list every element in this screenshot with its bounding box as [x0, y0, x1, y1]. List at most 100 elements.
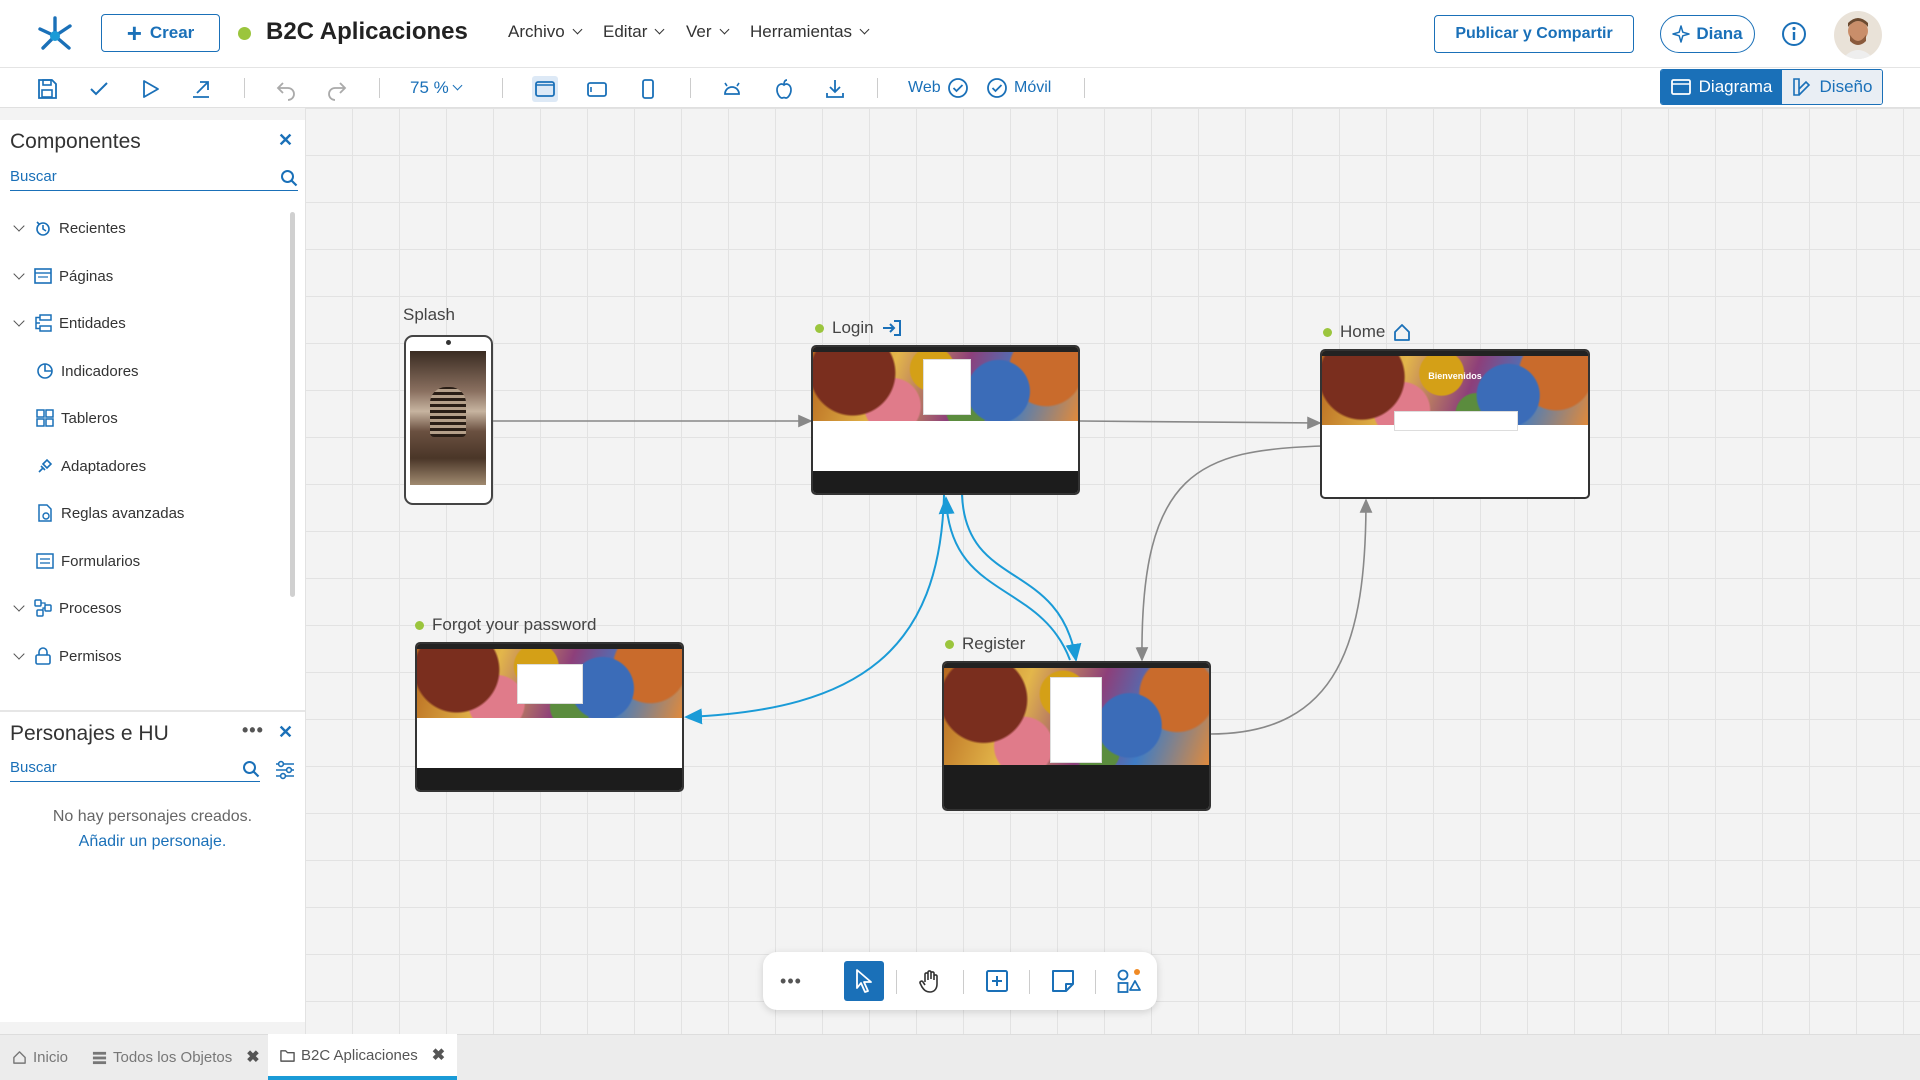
screen-node-forgot-password[interactable] [415, 642, 684, 792]
tab-label: Todos los Objetos [113, 1048, 233, 1066]
connector-login-forgot[interactable] [684, 494, 945, 725]
tree-item-label: Formularios [61, 552, 141, 570]
tool-divider [963, 970, 964, 994]
node-label-forgot-password[interactable]: Forgot your password [415, 615, 596, 635]
tab-label: B2C Aplicaciones [301, 1046, 418, 1064]
personas-panel: Personajes e HU ••• ✕ Buscar [0, 710, 305, 1022]
close-icon[interactable]: ✕ [278, 722, 293, 743]
filter-settings-icon[interactable] [275, 760, 295, 780]
dashboards-icon [35, 408, 55, 428]
node-label-splash[interactable]: Splash [403, 305, 455, 325]
pointer-icon [856, 969, 872, 993]
tree-item-paginas[interactable]: Páginas [12, 264, 113, 288]
tree-item-indicadores[interactable]: Indicadores [35, 359, 139, 383]
list-icon [92, 1051, 107, 1064]
node-title: Home [1340, 322, 1386, 341]
components-panel-title: Componentes [10, 130, 141, 153]
tree-item-formularios[interactable]: Formularios [35, 549, 140, 573]
thumbnail-nav [1322, 351, 1588, 356]
status-dot [1323, 327, 1332, 337]
thumbnail-nav [944, 663, 1209, 668]
connector-home-register[interactable] [1135, 445, 1323, 662]
connector-login-home[interactable] [1079, 416, 1322, 430]
close-tab-icon[interactable]: ✖ [246, 1047, 259, 1067]
note-icon [1052, 970, 1074, 992]
sticky-note-tool[interactable] [1043, 961, 1083, 1001]
tree-item-reglas-avanzadas[interactable]: Reglas avanzadas [35, 501, 184, 525]
thumbnail-footer [944, 765, 1209, 809]
recent-icon [33, 218, 53, 238]
components-tool[interactable] [1109, 961, 1149, 1001]
hand-icon [919, 970, 938, 993]
tree-item-label: Procesos [59, 599, 122, 617]
tool-divider [896, 970, 897, 994]
tab-inicio[interactable]: Inicio [12, 1034, 68, 1080]
pages-icon [33, 266, 53, 286]
thumbnail-detail [430, 387, 466, 437]
login-icon [882, 320, 901, 336]
chevron-down-icon [13, 268, 25, 280]
entities-icon [33, 313, 53, 333]
tree-item-label: Páginas [59, 267, 114, 285]
home-banner-text: Bienvenidos [1428, 371, 1482, 381]
node-label-login[interactable]: Login [815, 318, 902, 338]
thumbnail-nav [813, 347, 1078, 352]
more-tools-icon[interactable]: ••• [771, 961, 811, 1001]
node-title: Register [962, 634, 1026, 653]
tree-item-permisos[interactable]: Permisos [12, 644, 122, 668]
forgot-form-thumbnail [517, 664, 583, 704]
personas-panel-title: Personajes e HU [10, 722, 169, 745]
status-dot [415, 620, 424, 630]
node-label-register[interactable]: Register [945, 634, 1025, 654]
tab-todos-los-objetos[interactable]: Todos los Objetos ✖ [92, 1034, 260, 1080]
node-title: Forgot your password [432, 615, 597, 634]
empty-personas-message: No hay personajes creados. [52, 808, 253, 825]
components-scrollbar[interactable] [290, 212, 295, 597]
tree-item-procesos[interactable]: Procesos [12, 596, 122, 620]
folder-icon [280, 1049, 295, 1062]
tree-item-entidades[interactable]: Entidades [12, 311, 126, 335]
pan-hand-tool[interactable] [911, 961, 951, 1001]
screen-node-home[interactable]: Bienvenidos [1320, 349, 1590, 499]
select-pointer-tool[interactable] [844, 961, 884, 1001]
add-screen-tool[interactable] [977, 961, 1017, 1001]
add-persona-link[interactable]: Añadir un personaje. [0, 833, 305, 851]
search-icon[interactable] [280, 169, 298, 187]
register-form-thumbnail [1050, 677, 1102, 763]
screen-node-splash[interactable] [404, 335, 493, 505]
splash-thumbnail [410, 351, 486, 485]
indicators-icon [35, 361, 55, 381]
tree-item-label: Recientes [59, 219, 126, 237]
node-label-home[interactable]: Home [1323, 322, 1411, 342]
home-content-thumbnail [1394, 411, 1518, 431]
close-tab-icon[interactable]: ✖ [432, 1045, 445, 1065]
search-icon[interactable] [242, 760, 260, 778]
close-icon[interactable]: ✕ [278, 130, 293, 151]
thumbnail-footer [813, 471, 1078, 493]
more-options-icon[interactable]: ••• [242, 720, 264, 741]
rules-icon [35, 503, 55, 523]
tab-label: Inicio [33, 1048, 69, 1066]
screen-node-register[interactable] [942, 661, 1211, 811]
tree-item-tableros[interactable]: Tableros [35, 406, 118, 430]
screen-node-login[interactable] [811, 345, 1080, 495]
thumbnail-nav [417, 644, 682, 649]
tree-item-label: Reglas avanzadas [61, 504, 185, 522]
adapters-icon [35, 456, 55, 476]
chevron-down-icon [13, 648, 25, 660]
personas-search-input[interactable]: Buscar [10, 756, 260, 782]
tree-item-recientes[interactable]: Recientes [12, 216, 126, 240]
chevron-down-icon [13, 315, 25, 327]
home-icon [1394, 324, 1411, 341]
tree-item-adaptadores[interactable]: Adaptadores [35, 454, 146, 478]
components-search-input[interactable]: Buscar [10, 165, 298, 191]
processes-icon [33, 598, 53, 618]
tab-b2c-aplicaciones[interactable]: B2C Aplicaciones ✖ [268, 1034, 458, 1080]
status-dot [815, 323, 824, 333]
chevron-down-icon [13, 600, 25, 612]
lock-icon [33, 646, 53, 666]
tree-item-label: Tableros [61, 409, 118, 427]
node-title: Splash [403, 305, 455, 324]
connector-register-home[interactable] [1209, 498, 1373, 735]
tree-item-label: Permisos [59, 647, 122, 665]
